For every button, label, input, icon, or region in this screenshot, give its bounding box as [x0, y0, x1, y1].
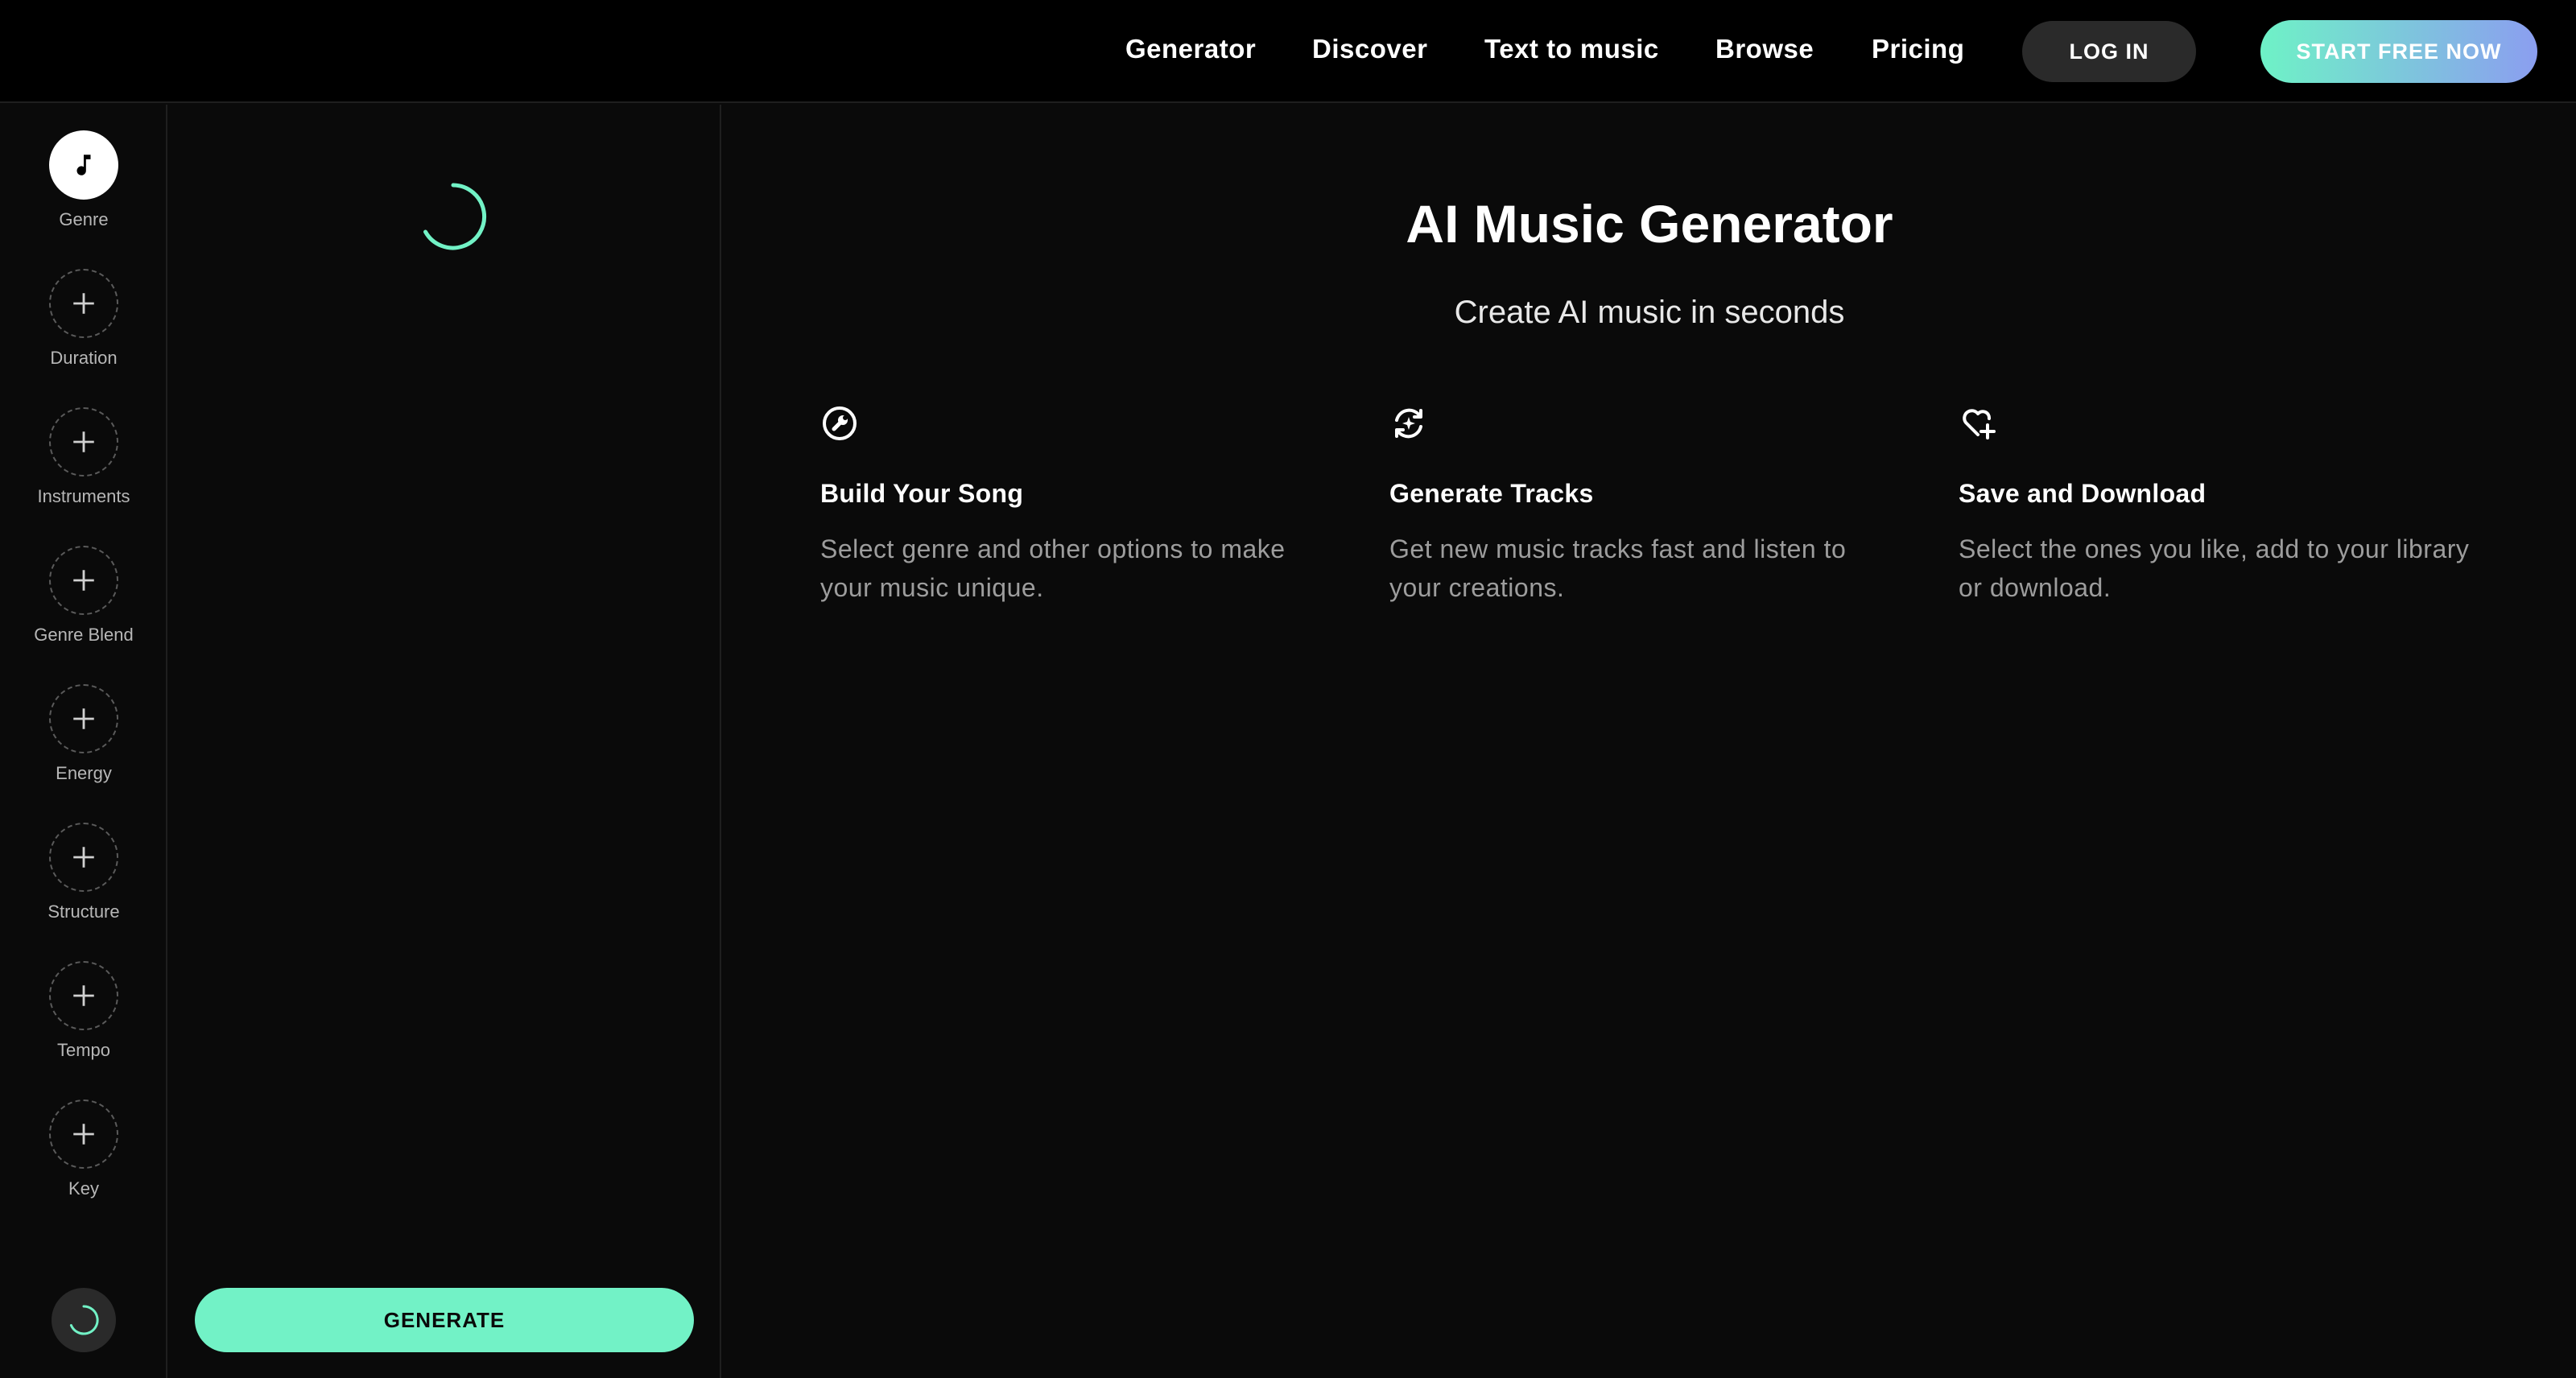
add-structure-button[interactable] [49, 823, 118, 892]
sidebar-item-label: Energy [56, 763, 112, 783]
plus-icon [73, 293, 94, 314]
heart-plus-icon [1963, 409, 1996, 439]
add-key-button[interactable] [49, 1100, 118, 1169]
loading-indicator [52, 1288, 116, 1352]
add-duration-button[interactable] [49, 269, 118, 338]
plus-icon [73, 847, 94, 868]
plus-icon [73, 431, 94, 452]
add-tempo-button[interactable] [49, 961, 118, 1030]
main-content: AI Music Generator Create AI music in se… [723, 105, 2576, 1378]
feature-build-your-song: Build Your Song Select genre and other o… [820, 404, 1335, 607]
feature-description: Select the ones you like, add to your li… [1959, 534, 2470, 602]
options-sidebar: Genre Duration Instruments Genre Blend E… [0, 105, 167, 1378]
sidebar-item-label: Key [68, 1178, 99, 1199]
sidebar-item-tempo[interactable]: Tempo [0, 961, 167, 1082]
sidebar-item-label: Instruments [37, 486, 130, 506]
feature-title: Save and Download [1959, 479, 2207, 508]
nav-link-generator[interactable]: Generator [1125, 34, 1256, 64]
sidebar-item-duration[interactable]: Duration [0, 269, 167, 390]
sidebar-item-genre[interactable]: Genre [0, 130, 167, 251]
spinner-icon [69, 1305, 99, 1335]
nav-link-browse[interactable]: Browse [1715, 34, 1814, 64]
plus-icon [73, 708, 94, 729]
page-title: AI Music Generator [1406, 194, 1893, 254]
top-navigation-bar: Generator Discover Text to music Browse … [0, 0, 2576, 103]
sidebar-item-key[interactable]: Key [0, 1100, 167, 1220]
sidebar-item-structure[interactable]: Structure [0, 823, 167, 943]
plus-icon [73, 570, 94, 591]
genre-circle-button[interactable] [49, 130, 118, 200]
sidebar-item-energy[interactable]: Energy [0, 684, 167, 805]
wrench-icon [823, 406, 857, 440]
sidebar-item-label: Genre [59, 209, 109, 229]
add-instruments-button[interactable] [49, 407, 118, 477]
sidebar-item-genre-blend[interactable]: Genre Blend [0, 546, 167, 666]
page-subtitle: Create AI music in seconds [1454, 295, 1845, 330]
sidebar-item-label: Duration [50, 348, 118, 368]
feature-title: Generate Tracks [1389, 479, 1594, 508]
nav-link-pricing[interactable]: Pricing [1872, 34, 1964, 64]
panel-loading-spinner [419, 182, 488, 255]
add-energy-button[interactable] [49, 684, 118, 753]
feature-save-and-download: Save and Download Select the ones you li… [1959, 404, 2474, 607]
feature-title: Build Your Song [820, 479, 1024, 508]
nav-link-text-to-music[interactable]: Text to music [1484, 34, 1659, 64]
sidebar-item-label: Tempo [56, 1040, 111, 1060]
sidebar-item-label: Structure [47, 901, 120, 922]
options-panel: GENERATE [169, 105, 721, 1378]
login-button[interactable]: LOG IN [2022, 21, 2196, 82]
spinner-icon [423, 183, 487, 250]
start-free-button[interactable]: START FREE NOW [2260, 20, 2537, 83]
refresh-sparkle-icon [1395, 408, 1422, 439]
plus-icon [73, 1124, 94, 1145]
add-genre-blend-button[interactable] [49, 546, 118, 615]
feature-description: Select genre and other options to make y… [820, 534, 1286, 602]
nav-link-discover[interactable]: Discover [1312, 34, 1427, 64]
sidebar-item-instruments[interactable]: Instruments [0, 407, 167, 528]
feature-description: Get new music tracks fast and listen to … [1389, 534, 1847, 602]
plus-icon [73, 985, 94, 1006]
music-note-icon [76, 155, 91, 175]
generate-button[interactable]: GENERATE [195, 1288, 694, 1352]
feature-generate-tracks: Generate Tracks Get new music tracks fas… [1389, 404, 1905, 607]
sidebar-item-label: Genre Blend [34, 625, 134, 645]
